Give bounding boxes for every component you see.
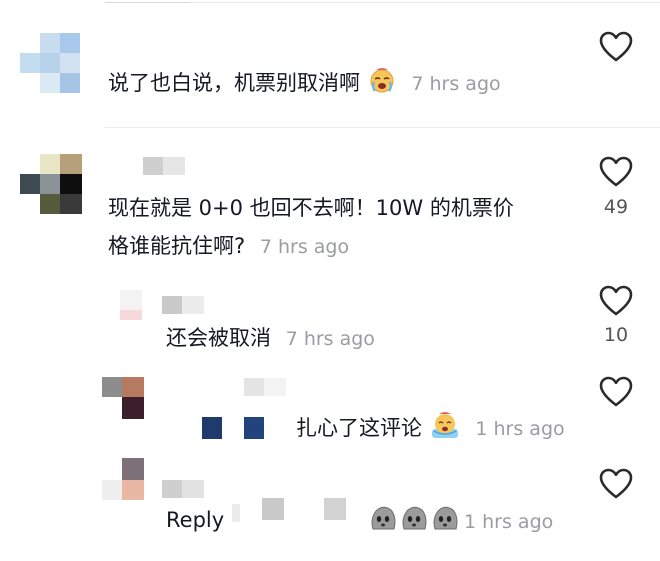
heart-outline-icon[interactable] [599, 285, 633, 317]
reply-text: 还会被取消 7 hrs ago [166, 319, 375, 358]
heart-outline-icon[interactable] [599, 156, 633, 188]
comment-text: 说了也白说，机票别取消啊 7 hrs ago [108, 64, 501, 103]
reply-time: 1 hrs ago [464, 511, 554, 533]
avatar[interactable] [102, 377, 144, 419]
rock-face-emoji [433, 506, 458, 530]
like-count: 10 [603, 324, 629, 346]
avatar[interactable] [102, 290, 146, 320]
censored-text [232, 498, 372, 524]
comment-body: 说了也白说，机票别取消啊 [108, 71, 360, 95]
comment-time: 7 hrs ago [411, 73, 501, 95]
username[interactable] [162, 296, 204, 314]
heart-outline-icon[interactable] [599, 468, 633, 500]
emoji-group [368, 503, 460, 533]
like-count: 49 [603, 196, 629, 218]
heart-outline-icon[interactable] [599, 31, 633, 63]
comment-text-line-1: 现在就是 0+0 也回不去啊！10W 的机票价 [108, 189, 514, 227]
reply-text: 扎心了这评论 1 hrs ago [296, 409, 565, 448]
comment-text-line-2: 格谁能抗住啊? 7 hrs ago [108, 227, 349, 266]
heart-outline-icon[interactable] [599, 376, 633, 408]
comment-divider [105, 127, 660, 128]
reply-time: 7 hrs ago [285, 328, 375, 350]
avatar[interactable] [20, 154, 82, 216]
comment-time: 7 hrs ago [259, 236, 350, 258]
rock-face-emoji [371, 506, 396, 530]
reply-body: 扎心了这评论 [296, 416, 422, 440]
sweating-face-emoji [431, 412, 458, 438]
censored-mention [202, 417, 272, 439]
avatar[interactable] [102, 458, 144, 504]
reply-time: 1 hrs ago [475, 418, 565, 440]
avatar[interactable] [20, 33, 82, 95]
username[interactable] [244, 378, 286, 396]
reply-body: 还会被取消 [166, 326, 271, 350]
comment-body: 现在就是 0+0 也回不去啊！10W 的机票价 [108, 196, 514, 220]
crying-face-emoji [370, 68, 394, 93]
username[interactable] [143, 157, 185, 175]
rock-face-emoji [402, 506, 427, 530]
top-divider [105, 2, 190, 3]
reply-label[interactable]: Reply [166, 508, 224, 532]
comment-body-cont: 格谁能抗住啊? [108, 234, 246, 258]
top-divider-right [190, 2, 660, 3]
username[interactable] [162, 480, 204, 498]
